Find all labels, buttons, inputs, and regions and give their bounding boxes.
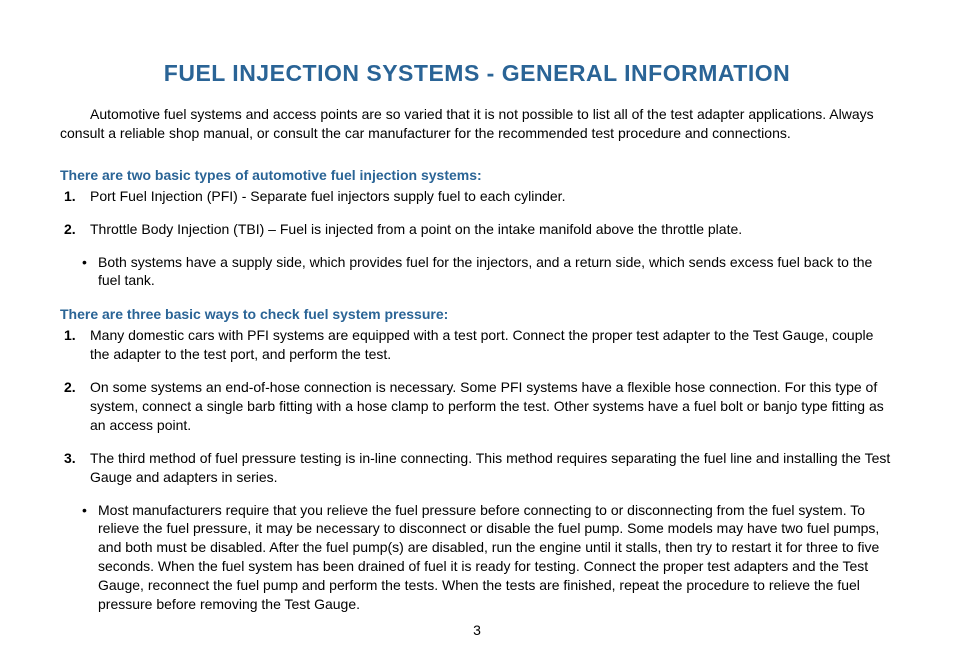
list-text: The third method of fuel pressure testin… [90,450,890,485]
list-item: 1. Port Fuel Injection (PFI) - Separate f… [60,187,894,206]
list-item: 2. On some systems an end-of-hose connect… [60,378,894,435]
bullet-item: Most manufacturers require that you reli… [60,501,894,614]
bullet-item: Both systems have a supply side, which p… [60,253,894,291]
page-title: FUEL INJECTION SYSTEMS - GENERAL INFORMA… [60,60,894,87]
list-number: 1. [64,326,76,345]
list-number: 2. [64,220,76,239]
page-number: 3 [473,622,481,638]
list-text: Port Fuel Injection (PFI) - Separate fue… [90,188,565,204]
numbered-list-types: 1. Port Fuel Injection (PFI) - Separate f… [60,187,894,239]
list-text: Many domestic cars with PFI systems are … [90,327,873,362]
list-number: 1. [64,187,76,206]
bullet-list-pressure: Most manufacturers require that you reli… [60,501,894,614]
bullet-list-types: Both systems have a supply side, which p… [60,253,894,291]
section-types: There are two basic types of automotive … [60,167,894,291]
list-number: 3. [64,449,76,468]
section-pressure: There are three basic ways to check fuel… [60,306,894,614]
intro-paragraph: Automotive fuel systems and access point… [60,105,894,143]
list-item: 3. The third method of fuel pressure test… [60,449,894,487]
list-text: On some systems an end-of-hose connectio… [90,379,884,433]
list-item: 2. Throttle Body Injection (TBI) – Fuel i… [60,220,894,239]
list-number: 2. [64,378,76,397]
numbered-list-pressure: 1. Many domestic cars with PFI systems ar… [60,326,894,486]
section-heading-pressure: There are three basic ways to check fuel… [60,306,894,322]
list-text: Throttle Body Injection (TBI) – Fuel is … [90,221,742,237]
section-heading-types: There are two basic types of automotive … [60,167,894,183]
list-item: 1. Many domestic cars with PFI systems ar… [60,326,894,364]
